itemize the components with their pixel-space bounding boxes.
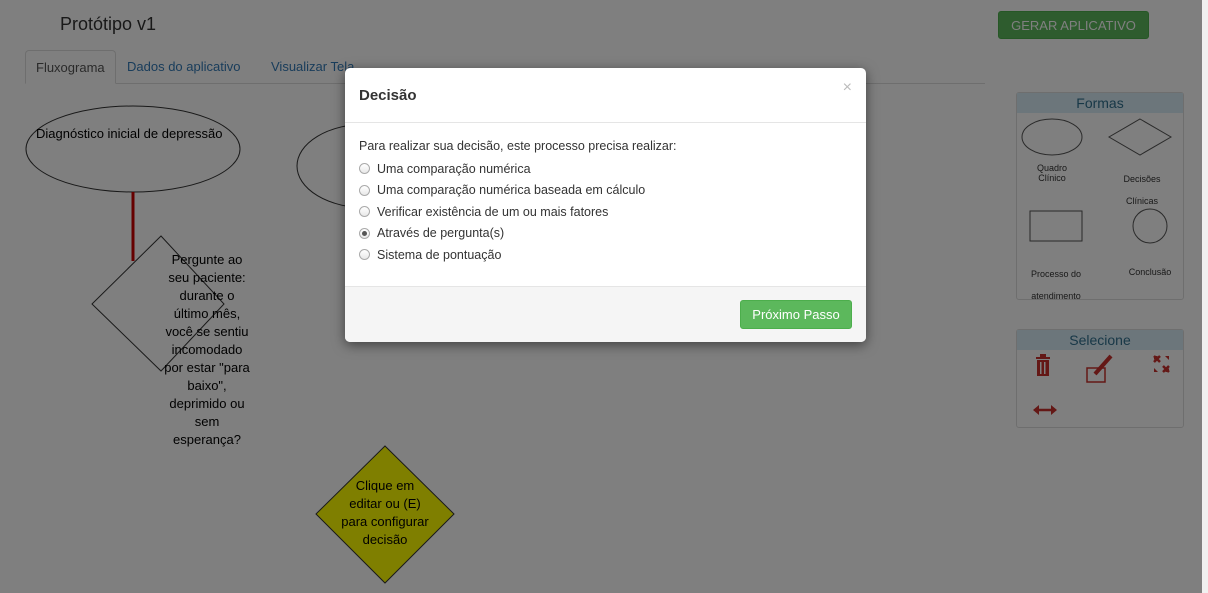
option-label: Sistema de pontuação — [377, 247, 502, 262]
option-label: Verificar existência de um ou mais fator… — [377, 204, 609, 219]
radio-button[interactable] — [359, 249, 370, 261]
modal-header: Decisão × — [345, 68, 866, 123]
option-calculated-comparison[interactable]: Uma comparação numérica baseada em cálcu… — [359, 180, 852, 202]
page-scrollbar[interactable] — [1202, 0, 1208, 593]
option-check-factors[interactable]: Verificar existência de um ou mais fator… — [359, 201, 852, 223]
close-icon[interactable]: × — [843, 79, 852, 97]
option-scoring-system[interactable]: Sistema de pontuação — [359, 244, 852, 266]
modal-title: Decisão — [359, 87, 417, 104]
option-label: Uma comparação numérica baseada em cálcu… — [377, 183, 646, 198]
modal-body: Para realizar sua decisão, este processo… — [345, 123, 866, 286]
option-numeric-comparison[interactable]: Uma comparação numérica — [359, 158, 852, 180]
next-step-button[interactable]: Próximo Passo — [740, 300, 852, 329]
radio-button[interactable] — [359, 163, 370, 175]
radio-button[interactable] — [359, 184, 370, 196]
option-label: Através de pergunta(s) — [377, 226, 505, 241]
option-questions[interactable]: Através de pergunta(s) — [359, 223, 852, 245]
decision-modal: Decisão × Para realizar sua decisão, est… — [345, 68, 866, 342]
option-label: Uma comparação numérica — [377, 161, 531, 176]
modal-footer: Próximo Passo — [345, 286, 866, 342]
modal-intro-text: Para realizar sua decisão, este processo… — [359, 139, 677, 153]
radio-button-selected[interactable] — [359, 227, 370, 239]
radio-button[interactable] — [359, 206, 370, 218]
